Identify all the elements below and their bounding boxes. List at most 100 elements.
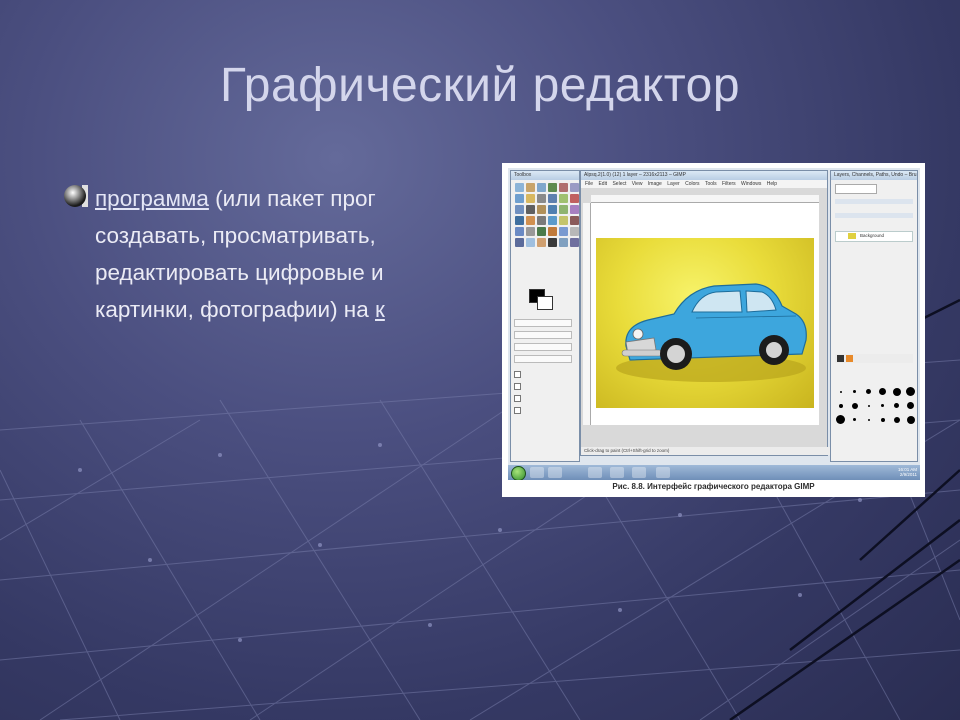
menu-view[interactable]: View xyxy=(632,181,643,187)
menu-layer[interactable]: Layer xyxy=(667,181,680,187)
menu-colors[interactable]: Colors xyxy=(685,181,699,187)
gradient-tab[interactable] xyxy=(846,355,853,362)
option-checkbox[interactable] xyxy=(514,371,521,378)
tool-option-row[interactable] xyxy=(514,331,572,339)
tool-icon[interactable] xyxy=(537,238,546,247)
tool-icon[interactable] xyxy=(548,194,557,203)
brush-preset[interactable] xyxy=(891,386,902,397)
brush-preset[interactable] xyxy=(891,414,902,425)
tool-icon[interactable] xyxy=(559,183,568,192)
system-tray-clock: 16:01 AM 2/9/2011 xyxy=(898,467,917,477)
brush-preset[interactable] xyxy=(849,386,860,397)
brush-preset[interactable] xyxy=(835,414,846,425)
tool-icon[interactable] xyxy=(515,183,524,192)
tool-icon[interactable] xyxy=(526,238,535,247)
brush-preset[interactable] xyxy=(849,400,860,411)
taskbar-button[interactable] xyxy=(610,467,624,478)
brushes-tabs xyxy=(835,354,913,363)
fg-color-tab[interactable] xyxy=(837,355,844,362)
layer-row[interactable]: Background xyxy=(835,231,913,242)
tool-icon[interactable] xyxy=(526,205,535,214)
tool-icon[interactable] xyxy=(548,238,557,247)
menu-select[interactable]: Select xyxy=(612,181,626,187)
option-checkbox[interactable] xyxy=(514,395,521,402)
tool-icon[interactable] xyxy=(570,205,579,214)
tool-icon[interactable] xyxy=(548,216,557,225)
tool-icon[interactable] xyxy=(548,183,557,192)
mode-row[interactable] xyxy=(835,199,913,204)
tool-icon[interactable] xyxy=(570,194,579,203)
brush-preset[interactable] xyxy=(835,400,846,411)
tool-icon[interactable] xyxy=(515,216,524,225)
tool-icon[interactable] xyxy=(515,194,524,203)
brush-preset[interactable] xyxy=(877,386,888,397)
brush-preset[interactable] xyxy=(905,414,916,425)
tool-icon[interactable] xyxy=(559,227,568,236)
menu-image[interactable]: Image xyxy=(648,181,662,187)
menu-help[interactable]: Help xyxy=(767,181,777,187)
brush-preset[interactable] xyxy=(891,400,902,411)
tool-icon[interactable] xyxy=(570,238,579,247)
computer-link[interactable]: к xyxy=(375,297,385,322)
toolbox-title: Toolbox xyxy=(511,171,579,180)
tool-icon[interactable] xyxy=(537,216,546,225)
tool-icon[interactable] xyxy=(548,227,557,236)
tool-option-row[interactable] xyxy=(514,355,572,363)
tool-option-row[interactable] xyxy=(514,343,572,351)
tool-icon[interactable] xyxy=(537,227,546,236)
tool-icon[interactable] xyxy=(537,183,546,192)
tool-icon[interactable] xyxy=(570,227,579,236)
background-color-swatch[interactable] xyxy=(537,296,553,310)
brush-preset[interactable] xyxy=(905,386,916,397)
bullet-icon xyxy=(64,185,88,207)
tool-icon[interactable] xyxy=(559,205,568,214)
taskbar-button[interactable] xyxy=(530,467,544,478)
brush-preset[interactable] xyxy=(877,414,888,425)
image-canvas[interactable] xyxy=(591,203,819,425)
menu-windows[interactable]: Windows xyxy=(741,181,761,187)
tool-icon[interactable] xyxy=(537,194,546,203)
brush-preset[interactable] xyxy=(863,386,874,397)
taskbar-button[interactable] xyxy=(548,467,562,478)
tool-icon[interactable] xyxy=(526,227,535,236)
tool-icon[interactable] xyxy=(548,205,557,214)
tool-icon[interactable] xyxy=(515,238,524,247)
tool-icon[interactable] xyxy=(515,205,524,214)
menu-filters[interactable]: Filters xyxy=(722,181,736,187)
tool-icon[interactable] xyxy=(570,183,579,192)
brush-preset[interactable] xyxy=(863,400,874,411)
menu-tools[interactable]: Tools xyxy=(705,181,717,187)
brush-preset[interactable] xyxy=(849,414,860,425)
menu-file[interactable]: File xyxy=(585,181,593,187)
image-selector[interactable] xyxy=(835,184,877,194)
slide: Графический редактор программа (или паке… xyxy=(0,0,960,720)
figure-caption: Рис. 8.8. Интерфейс графического редакто… xyxy=(612,482,815,491)
tool-icon[interactable] xyxy=(559,216,568,225)
program-link[interactable]: программа xyxy=(95,186,209,211)
brush-preset[interactable] xyxy=(877,400,888,411)
opacity-row[interactable] xyxy=(835,213,913,218)
taskbar-button[interactable] xyxy=(632,467,646,478)
start-button[interactable] xyxy=(511,466,526,480)
horizontal-ruler xyxy=(591,195,819,203)
gimp-screenshot-figure: Toolbox Alpsq.2(1.0) (12) 1 layer – 2316… xyxy=(502,163,925,497)
option-checkbox[interactable] xyxy=(514,407,521,414)
tool-icon[interactable] xyxy=(559,238,568,247)
tool-icon[interactable] xyxy=(526,183,535,192)
tool-icon[interactable] xyxy=(526,194,535,203)
brush-preset[interactable] xyxy=(905,400,916,411)
menu-edit[interactable]: Edit xyxy=(598,181,607,187)
tool-icon[interactable] xyxy=(570,216,579,225)
brush-preset[interactable] xyxy=(863,414,874,425)
image-window: Alpsq.2(1.0) (12) 1 layer – 2316x2113 – … xyxy=(580,170,830,456)
tool-icon[interactable] xyxy=(537,205,546,214)
tool-option-row[interactable] xyxy=(514,319,572,327)
tool-icon[interactable] xyxy=(515,227,524,236)
brush-preset[interactable] xyxy=(835,386,846,397)
taskbar-button[interactable] xyxy=(656,467,670,478)
taskbar-button[interactable] xyxy=(588,467,602,478)
option-checkbox[interactable] xyxy=(514,383,521,390)
tool-icon[interactable] xyxy=(559,194,568,203)
tool-icon[interactable] xyxy=(526,216,535,225)
layers-dock: Layers, Channels, Paths, Undo – Bru Back… xyxy=(830,170,918,462)
